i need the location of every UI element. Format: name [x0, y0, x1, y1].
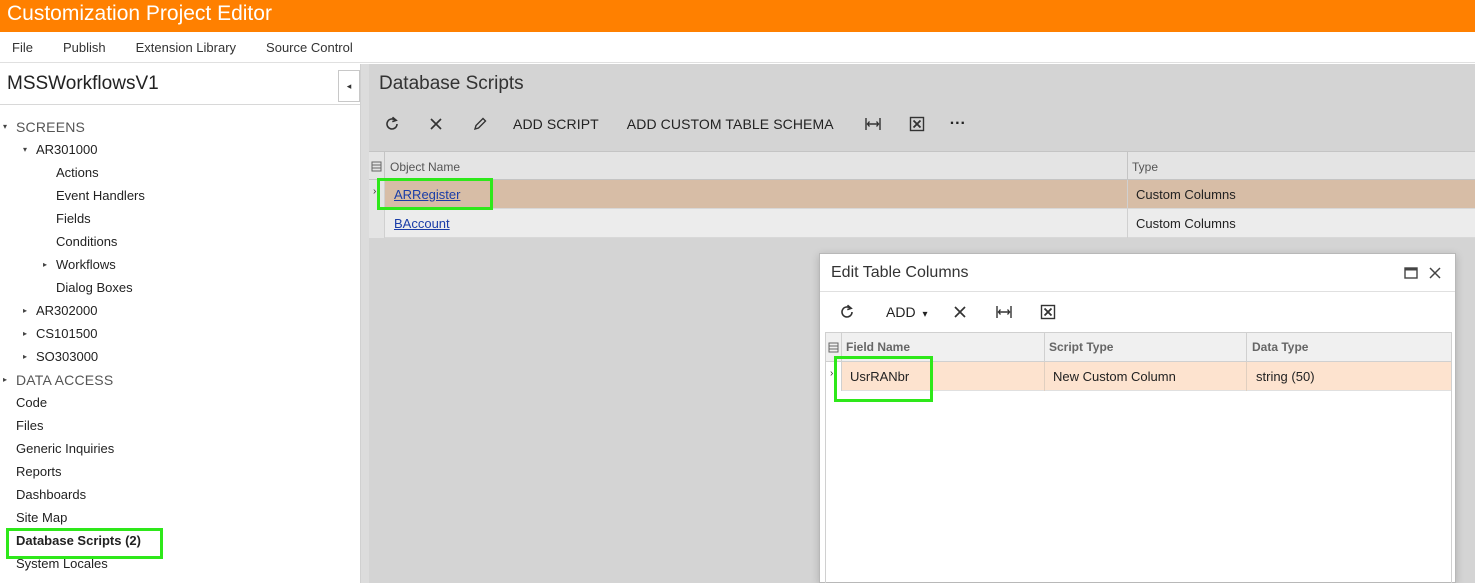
refresh-icon[interactable]	[381, 113, 403, 135]
excel-export-icon[interactable]	[1037, 301, 1059, 323]
project-header: MSSWorkflowsV1 ◂	[0, 64, 360, 105]
caret-right-icon[interactable]: ▸	[3, 375, 7, 384]
database-scripts-grid: Object Name Type › ARRegister Custom Col…	[369, 151, 1475, 238]
column-header-script-type[interactable]: Script Type	[1049, 340, 1113, 354]
caret-right-icon[interactable]: ▸	[23, 352, 27, 361]
tree-item-site-map[interactable]: Site Map	[16, 508, 67, 528]
refresh-icon[interactable]	[836, 301, 858, 323]
tree-item-so303000[interactable]: SO303000	[36, 347, 98, 367]
menu-source-control[interactable]: Source Control	[266, 40, 353, 55]
grid-header: Field Name Script Type Data Type	[826, 333, 1451, 362]
page-title: Database Scripts	[379, 73, 524, 94]
add-column-button[interactable]: ADD ▾	[886, 304, 927, 320]
maximize-icon[interactable]	[1403, 265, 1419, 281]
column-header-type[interactable]: Type	[1132, 160, 1158, 174]
tree-item-code[interactable]: Code	[16, 393, 47, 413]
tree-item-database-scripts-2[interactable]: Database Scripts (2)	[16, 531, 141, 551]
menu-file[interactable]: File	[12, 40, 33, 55]
excel-export-icon[interactable]	[906, 113, 928, 135]
tree-item-reports[interactable]: Reports	[16, 462, 62, 482]
sidebar: MSSWorkflowsV1 ◂ ▾ SCREENS ▾ AR301000 Action…	[0, 64, 361, 583]
table-row[interactable]: BAccount Custom Columns	[369, 209, 1475, 238]
column-header-field-name[interactable]: Field Name	[846, 340, 910, 354]
caret-right-icon[interactable]: ▸	[23, 329, 27, 338]
column-selector-icon[interactable]	[369, 152, 385, 181]
table-row[interactable]: › ARRegister Custom Columns	[369, 180, 1475, 209]
tree-item-ar302000[interactable]: AR302000	[36, 301, 97, 321]
field-name-cell[interactable]: UsrRANbr	[850, 369, 909, 384]
dialog-title: Edit Table Columns	[831, 264, 969, 281]
object-type-cell: Custom Columns	[1136, 187, 1236, 202]
object-name-link[interactable]: ARRegister	[394, 187, 460, 202]
script-type-cell[interactable]: New Custom Column	[1053, 369, 1176, 384]
more-options-button[interactable]: ···	[950, 115, 966, 133]
add-script-button[interactable]: ADD SCRIPT	[513, 116, 599, 132]
table-columns-grid: Field Name Script Type Data Type › UsrRA…	[825, 332, 1452, 583]
close-icon[interactable]	[425, 113, 447, 135]
dialog-toolbar: ADD ▾	[836, 300, 1081, 324]
column-selector-icon[interactable]	[826, 333, 842, 362]
column-header-data-type[interactable]: Data Type	[1252, 340, 1308, 354]
main-toolbar: ADD SCRIPT ADD CUSTOM TABLE SCHEMA ···	[381, 110, 994, 138]
app-title: Customization Project Editor	[7, 2, 272, 25]
tree-item-files[interactable]: Files	[16, 416, 43, 436]
tree-item-data-access[interactable]: DATA ACCESS	[16, 370, 113, 390]
tree-item-dashboards[interactable]: Dashboards	[16, 485, 86, 505]
project-name: MSSWorkflowsV1	[7, 73, 159, 94]
caret-right-icon[interactable]: ▸	[43, 260, 47, 269]
row-indicator-icon: ›	[373, 186, 377, 197]
menu-bar: File Publish Extension Library Source Co…	[0, 32, 1475, 63]
chevron-left-icon: ◂	[346, 80, 352, 91]
tree-item-generic-inquiries[interactable]: Generic Inquiries	[16, 439, 114, 459]
tree-item-system-locales[interactable]: System Locales	[16, 554, 108, 574]
add-button-label: ADD	[886, 304, 916, 320]
fit-columns-icon[interactable]	[862, 113, 884, 135]
data-type-cell[interactable]: string (50)	[1256, 369, 1315, 384]
close-icon[interactable]	[1427, 265, 1443, 281]
menu-publish[interactable]: Publish	[63, 40, 106, 55]
column-header-object-name[interactable]: Object Name	[390, 160, 460, 174]
table-row[interactable]: › UsrRANbr New Custom Column string (50)	[826, 362, 1451, 391]
row-indicator-icon: ›	[830, 368, 834, 379]
fit-columns-icon[interactable]	[993, 301, 1015, 323]
object-type-cell: Custom Columns	[1136, 216, 1236, 231]
add-custom-table-schema-button[interactable]: ADD CUSTOM TABLE SCHEMA	[627, 116, 834, 132]
tree-item-event-handlers[interactable]: Event Handlers	[56, 186, 145, 206]
app-title-bar: Customization Project Editor	[0, 0, 1475, 32]
object-name-link[interactable]: BAccount	[394, 216, 450, 231]
tree-item-conditions[interactable]: Conditions	[56, 232, 117, 252]
caret-right-icon[interactable]: ▸	[23, 306, 27, 315]
tree-item-fields[interactable]: Fields	[56, 209, 91, 229]
tree-item-actions[interactable]: Actions	[56, 163, 99, 183]
close-icon[interactable]	[949, 301, 971, 323]
pencil-icon[interactable]	[469, 113, 491, 135]
edit-table-columns-dialog: Edit Table Columns ADD ▾ Field Name Scri…	[819, 253, 1456, 583]
splitter[interactable]	[361, 64, 369, 583]
tree-item-cs101500[interactable]: CS101500	[36, 324, 97, 344]
caret-down-icon[interactable]: ▾	[3, 122, 7, 131]
tree-item-ar301000[interactable]: AR301000	[36, 140, 97, 160]
grid-header: Object Name Type	[369, 151, 1475, 181]
tree-item-screens[interactable]: SCREENS	[16, 117, 85, 137]
menu-extension-library[interactable]: Extension Library	[136, 40, 236, 55]
tree-item-dialog-boxes[interactable]: Dialog Boxes	[56, 278, 133, 298]
tree-item-workflows[interactable]: Workflows	[56, 255, 116, 275]
collapse-sidebar-button[interactable]: ◂	[338, 70, 360, 102]
caret-down-icon: ▾	[922, 309, 928, 320]
caret-down-icon[interactable]: ▾	[23, 145, 27, 154]
